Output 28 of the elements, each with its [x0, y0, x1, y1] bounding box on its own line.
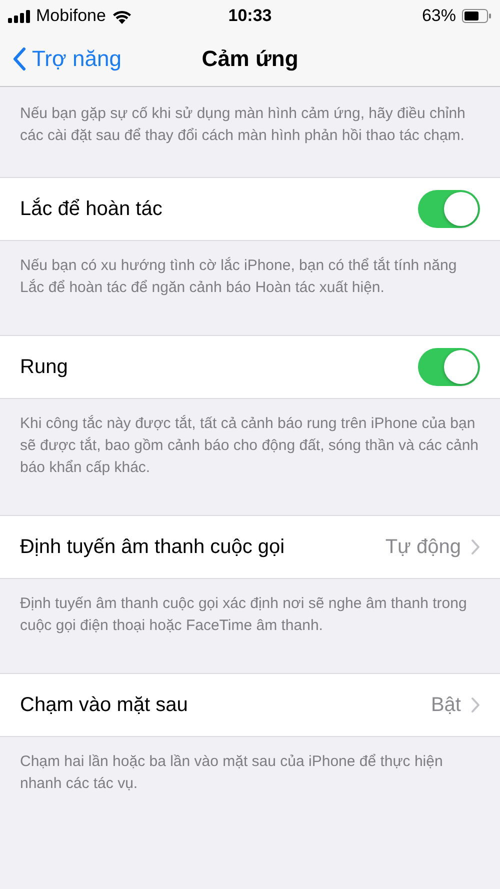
- chevron-right-icon: [471, 539, 480, 555]
- settings-row[interactable]: Định tuyến âm thanh cuộc gọi Tự động: [0, 515, 500, 579]
- battery-percent: 63%: [422, 6, 456, 26]
- row-value: Tự động: [385, 536, 461, 558]
- settings-row[interactable]: Rung: [0, 335, 500, 399]
- section-footer: Định tuyến âm thanh cuộc gọi xác định nơi sẽ nghe âm thanh trong cuộc gọi điện thoại hoặc FaceTime âm thanh.: [0, 579, 500, 673]
- back-button[interactable]: Trợ năng: [0, 46, 122, 72]
- toggle-switch[interactable]: [418, 348, 480, 386]
- signal-icon: [8, 10, 30, 22]
- battery-icon: [462, 9, 492, 23]
- wifi-icon: [112, 8, 132, 24]
- chevron-left-icon: [12, 47, 26, 71]
- row-label: Chạm vào mặt sau: [20, 694, 189, 716]
- row-value: Bật: [430, 694, 461, 716]
- section-footer: Khi công tắc này được tắt, tất cả cảnh báo rung trên iPhone của bạn sẽ được tắt, bao gồm cảnh báo cho động đất, sóng thần và các cảnh báo khẩn cấp khác.: [0, 399, 500, 515]
- section-footer: Nếu bạn có xu hướng tình cờ lắc iPhone, bạn có thể tắt tính năng Lắc để hoàn tác để ngăn cảnh báo Hoàn tác xuất hiện.: [0, 241, 500, 335]
- carrier-name: Mobifone: [36, 6, 106, 26]
- row-label: Lắc để hoàn tác: [20, 198, 164, 220]
- toggle-switch[interactable]: [418, 190, 480, 228]
- section-footer: Nếu bạn gặp sự cố khi sử dụng màn hình cảm ứng, hãy điều chỉnh các cài đặt sau để thay đổi cách màn hình phản hồi thao tác chạm.: [0, 87, 500, 177]
- section-footer: Chạm hai lần hoặc ba lần vào mặt sau của iPhone để thực hiện nhanh các tác vụ.: [0, 737, 500, 831]
- row-label: Rung: [20, 356, 69, 378]
- screen-title: Cảm ứng: [202, 46, 298, 72]
- row-label: Định tuyến âm thanh cuộc gọi: [20, 536, 286, 558]
- chevron-right-icon: [471, 697, 480, 713]
- settings-row[interactable]: Chạm vào mặt sau Bật: [0, 673, 500, 737]
- status-time: 10:33: [228, 6, 272, 26]
- settings-row[interactable]: Lắc để hoàn tác: [0, 177, 500, 241]
